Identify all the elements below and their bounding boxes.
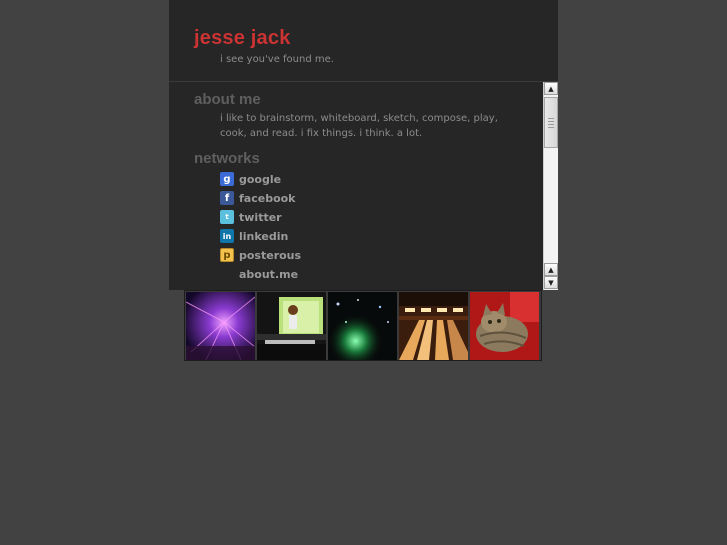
linkedin-icon: in — [220, 229, 234, 243]
page-subtitle: i see you've found me. — [220, 54, 334, 65]
network-label: google — [239, 172, 282, 186]
stage-performer-photo[interactable] — [257, 292, 326, 360]
posterous-icon: p — [220, 248, 234, 262]
night-green-light-photo[interactable] — [328, 292, 397, 360]
content-scroll-area[interactable]: about me i like to brainstorm, whiteboar… — [169, 82, 543, 290]
scroll-down-button[interactable]: ▼ — [544, 276, 558, 289]
network-label: twitter — [239, 210, 282, 224]
scroll-up-button-lower[interactable]: ▲ — [544, 263, 558, 276]
scroll-thumb[interactable] — [544, 97, 558, 148]
network-link-aboutme[interactable]: about.me — [220, 266, 298, 282]
network-link-posterous[interactable]: p posterous — [220, 247, 301, 263]
facebook-icon: f — [220, 191, 234, 205]
profile-card: jesse jack i see you've found me. about … — [169, 0, 558, 290]
network-label: about.me — [239, 267, 299, 281]
twitter-icon: t — [220, 210, 234, 224]
vertical-scrollbar[interactable]: ▲ ▲ ▼ — [543, 82, 558, 290]
network-link-facebook[interactable]: f facebook — [220, 190, 296, 206]
google-icon: g — [220, 172, 234, 186]
page-title: jesse jack — [194, 27, 291, 49]
network-link-twitter[interactable]: t twitter — [220, 209, 282, 225]
concert-lights-photo[interactable] — [186, 292, 255, 360]
about-heading: about me — [194, 91, 261, 108]
network-link-linkedin[interactable]: in linkedin — [220, 228, 288, 244]
about-text: i like to brainstorm, whiteboard, sketch… — [220, 113, 498, 139]
photo-strip — [184, 290, 542, 361]
networks-heading: networks — [194, 150, 260, 167]
scroll-up-button[interactable]: ▲ — [544, 82, 558, 95]
cat-photo[interactable] — [470, 292, 539, 360]
network-label: posterous — [239, 248, 302, 262]
aboutme-icon — [220, 267, 234, 281]
bowling-alley-photo[interactable] — [399, 292, 468, 360]
network-link-google[interactable]: g google — [220, 171, 281, 187]
network-label: facebook — [239, 191, 296, 205]
header: jesse jack i see you've found me. — [169, 0, 558, 82]
grip-icon — [548, 118, 554, 128]
network-label: linkedin — [239, 229, 289, 243]
